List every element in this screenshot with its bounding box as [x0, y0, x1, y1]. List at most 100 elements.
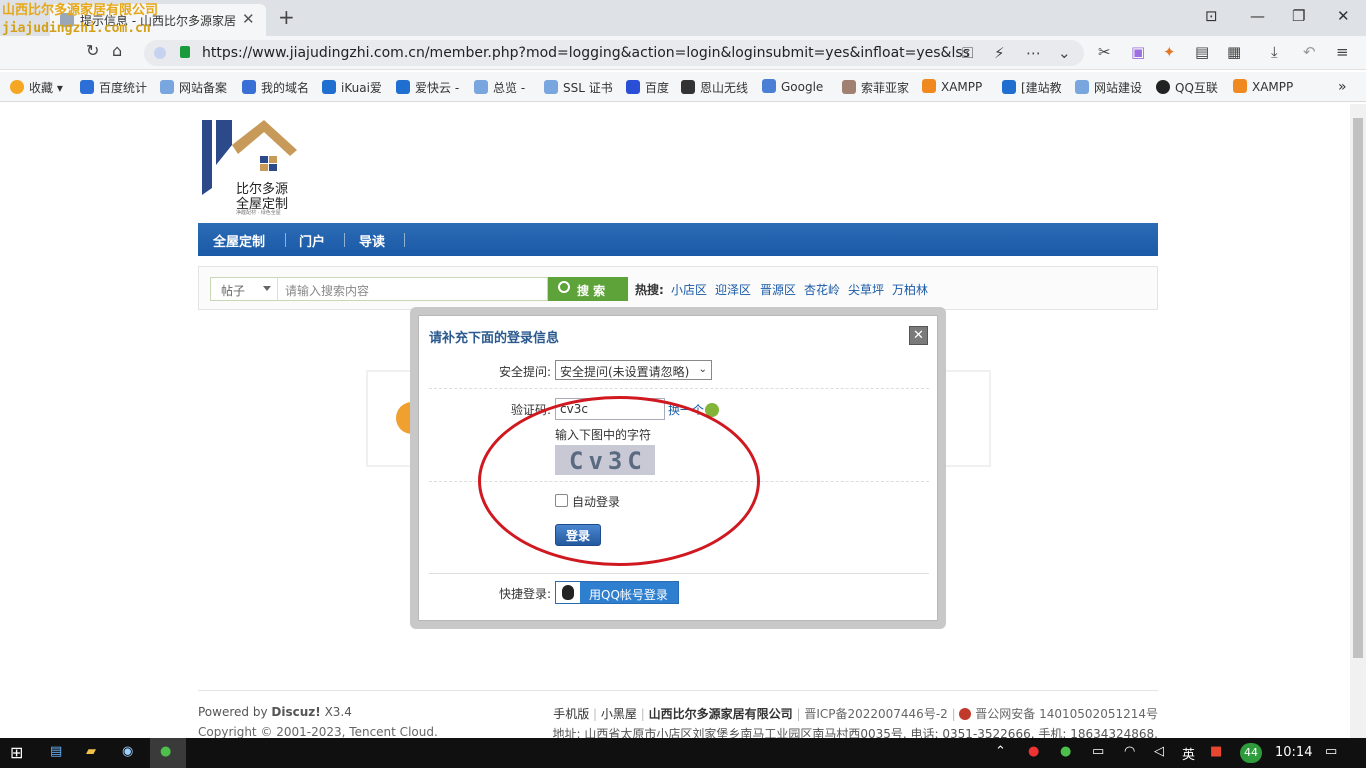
nav-item-custom[interactable]: 全屋定制 — [213, 231, 265, 250]
footer-link-gongan[interactable]: 晋公网安备 14010502051214号 — [975, 707, 1158, 721]
search-type-select[interactable]: 帖子 — [221, 282, 245, 299]
bookmarks-overflow-icon[interactable]: » — [1338, 79, 1347, 95]
footer-link-icp[interactable]: 晋ICP备2022007446号-2 — [804, 707, 947, 721]
browser-icon[interactable]: ● — [160, 744, 171, 759]
bookmark-item[interactable]: iKuai爱 — [322, 79, 382, 96]
bookmark-favorites[interactable]: 收藏 ▾ — [10, 79, 63, 96]
qq-tray-icon[interactable]: ● — [1028, 744, 1039, 759]
bookmark-item[interactable]: 网站建设 — [1075, 79, 1142, 96]
download-icon[interactable]: ⤓ — [1271, 43, 1278, 61]
clock[interactable]: 10:14 — [1275, 745, 1312, 760]
nav-item-portal[interactable]: 门户 — [299, 231, 325, 250]
search-input[interactable]: 请输入搜索内容 — [285, 282, 369, 299]
hot-search-link[interactable]: 晋源区 — [760, 281, 796, 298]
lightning-icon[interactable]: ⚡ — [994, 44, 1005, 62]
footer-links: 手机版 | 小黑屋 | 山西比尔多源家居有限公司 | 晋ICP备20220074… — [553, 707, 1158, 721]
volume-icon[interactable]: ◁ — [1154, 744, 1164, 759]
footer-link-company[interactable]: 山西比尔多源家居有限公司 — [649, 707, 793, 721]
home-icon[interactable]: ⌂ — [112, 41, 122, 60]
new-tab-button[interactable]: + — [278, 5, 295, 29]
nav-separator — [344, 233, 345, 247]
menu-icon[interactable]: ≡ — [1336, 43, 1349, 61]
bookmark-item[interactable]: 百度 — [626, 79, 669, 96]
browser-tab-strip: 提示信息 - 山西比尔多源家居 ✕ + ⊡ — ❐ ✕ — [0, 0, 1366, 36]
scrollbar-thumb[interactable] — [1353, 118, 1363, 658]
hot-search-link[interactable]: 尖草坪 — [848, 281, 884, 298]
footer-link-mobile[interactable]: 手机版 — [553, 707, 589, 721]
translate-icon[interactable]: ▣ — [1131, 43, 1145, 61]
copyright: Copyright © 2001-2023, Tencent Cloud. — [198, 725, 438, 738]
hot-search-link[interactable]: 万柏林 — [892, 281, 928, 298]
bookmark-item[interactable]: 总览 - — [474, 79, 525, 96]
site-info-icon[interactable] — [154, 47, 166, 59]
hot-search-link[interactable]: 小店区 — [671, 281, 707, 298]
bookmark-item[interactable]: [建站教 — [1002, 79, 1062, 96]
skin-icon[interactable]: ⊡ — [1205, 7, 1218, 25]
maximize-button[interactable]: ❐ — [1292, 7, 1305, 25]
more-icon[interactable]: ⋯ — [1026, 44, 1041, 62]
security-tray-icon[interactable]: ● — [1060, 744, 1071, 759]
main-nav: 全屋定制 门户 导读 — [198, 223, 1158, 256]
sogou-icon[interactable]: ■ — [1210, 744, 1222, 759]
police-badge-icon — [959, 708, 972, 720]
security-question-select[interactable]: 安全提问(未设置请忽略) ⌄ — [555, 360, 712, 380]
battery-icon[interactable]: ▭ — [1092, 744, 1104, 759]
close-window-button[interactable]: ✕ — [1337, 7, 1350, 25]
bookmark-item[interactable]: 百度统计 — [80, 79, 147, 96]
nav-item-guide[interactable]: 导读 — [359, 231, 385, 250]
bookmark-item[interactable]: 网站备案 — [160, 79, 227, 96]
qq-login-button[interactable]: 用QQ帐号登录 — [555, 581, 679, 604]
close-tab-icon[interactable]: ✕ — [242, 10, 255, 28]
search-button[interactable]: 搜 索 — [548, 277, 628, 301]
chevron-down-icon[interactable]: ⌄ — [1058, 44, 1071, 62]
logo-tagline: 净醛配材 · 绿色全屋 — [236, 210, 281, 216]
minimize-button[interactable]: — — [1250, 7, 1265, 25]
wifi-icon[interactable]: ◠ — [1124, 744, 1135, 759]
search-area: 帖子 请输入搜索内容 搜 索 热搜: 小店区 迎泽区 晋源区 杏花岭 尖草坪 万… — [198, 266, 1158, 310]
hot-search-link[interactable]: 杏花岭 — [804, 281, 840, 298]
chevron-down-icon[interactable] — [263, 286, 271, 291]
search-icon — [558, 281, 570, 293]
footer-link-blackroom[interactable]: 小黑屋 — [601, 707, 637, 721]
notification-badge[interactable]: 44 — [1240, 743, 1262, 763]
app-icon[interactable]: ◉ — [122, 744, 133, 759]
annotation-ellipse — [478, 396, 760, 566]
close-icon[interactable]: ✕ — [909, 326, 928, 345]
key-icon[interactable]: ⚿ — [962, 44, 973, 62]
bookmark-item[interactable]: 恩山无线 — [681, 79, 748, 96]
scissors-icon[interactable]: ✂ — [1098, 43, 1111, 61]
start-icon[interactable]: ⊞ — [10, 743, 23, 762]
tray-chevron-icon[interactable]: ⌃ — [995, 744, 1006, 759]
notepad-icon[interactable]: ▤ — [50, 744, 62, 759]
discuz-link[interactable]: Discuz! — [271, 705, 320, 719]
security-question-value: 安全提问(未设置请忽略) — [560, 365, 690, 379]
hot-search-link[interactable]: 迎泽区 — [715, 281, 751, 298]
powered-prefix: Powered by — [198, 705, 268, 719]
ime-indicator[interactable]: 英 — [1182, 744, 1195, 763]
sidebar-icon[interactable]: ▤ — [1195, 43, 1209, 61]
apps-grid-icon[interactable]: ▦ — [1227, 43, 1241, 61]
action-center-icon[interactable]: ▭ — [1325, 744, 1337, 759]
url-bar[interactable]: https://www.jiajudingzhi.com.cn/member.p… — [144, 40, 1084, 66]
search-button-label: 搜 索 — [577, 284, 606, 298]
hot-search-label: 热搜: — [635, 283, 664, 297]
url-text[interactable]: https://www.jiajudingzhi.com.cn/member.p… — [202, 45, 1012, 61]
bookmark-item[interactable]: SSL 证书 — [544, 79, 613, 96]
nav-separator — [285, 233, 286, 247]
bookmark-item[interactable]: XAMPP — [1233, 79, 1293, 94]
bookmark-item[interactable]: QQ互联 — [1156, 79, 1218, 96]
footer-address: 地址: 山西省太原市小店区刘家堡乡南马工业园区南马村西0035号. 电话: 03… — [552, 727, 1158, 738]
bookmark-item[interactable]: Google — [762, 79, 823, 94]
game-icon[interactable]: ✦ — [1163, 43, 1176, 61]
site-logo[interactable]: 比尔多源 全屋定制 净醛配材 · 绿色全屋 — [202, 120, 302, 216]
bookmark-item[interactable]: 索菲亚家 — [842, 79, 909, 96]
page-scrollbar[interactable] — [1350, 104, 1366, 738]
lock-icon — [180, 46, 190, 58]
bookmark-item[interactable]: 爱快云 - — [396, 79, 459, 96]
bookmark-item[interactable]: XAMPP — [922, 79, 982, 94]
divider — [429, 573, 929, 574]
bookmark-item[interactable]: 我的域名 — [242, 79, 309, 96]
file-explorer-icon[interactable]: ▰ — [86, 744, 96, 759]
reload-icon[interactable]: ↻ — [86, 41, 99, 60]
undo-icon[interactable]: ↶ — [1303, 43, 1316, 61]
